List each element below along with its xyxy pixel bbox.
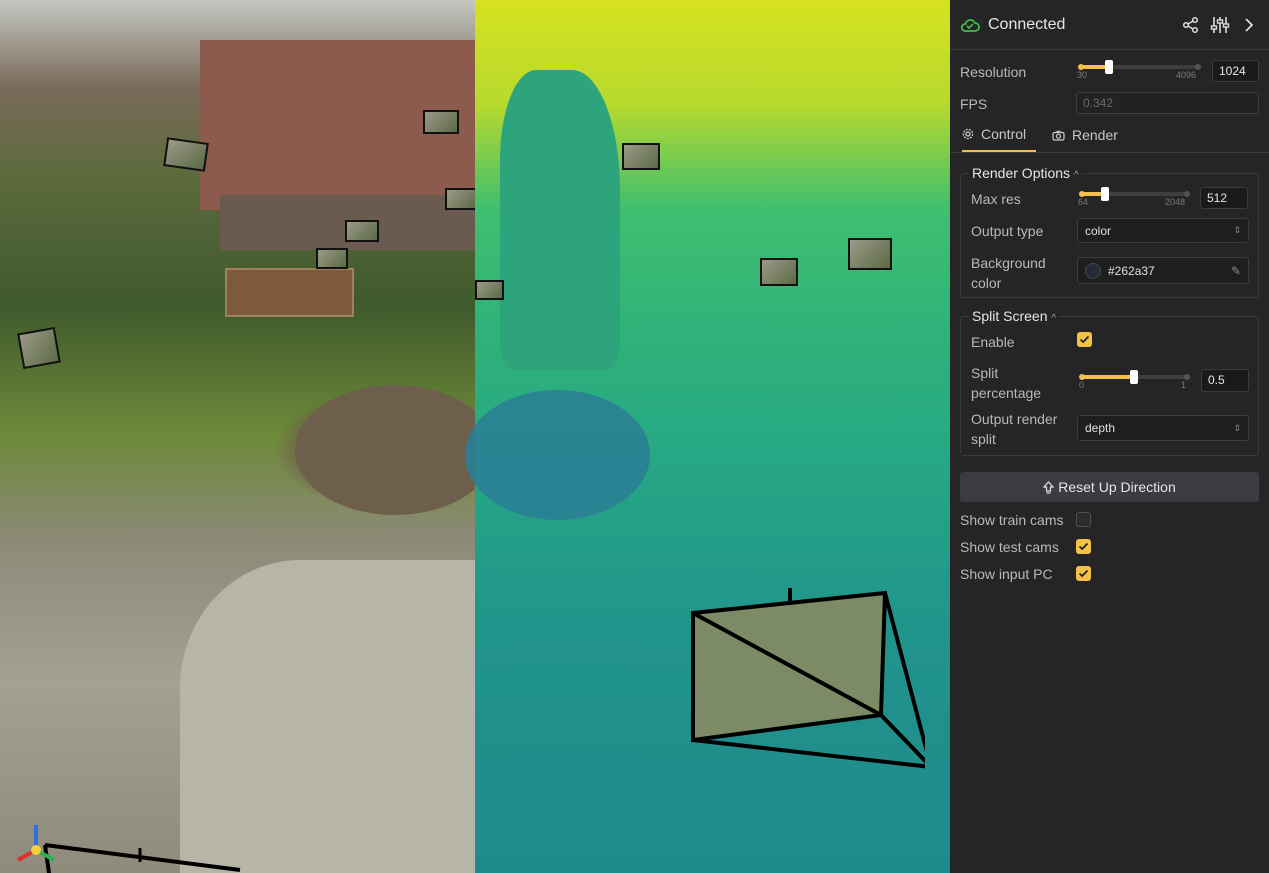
sliders-icon[interactable] xyxy=(1210,15,1230,35)
camera-frustum[interactable] xyxy=(445,188,477,210)
resolution-min: 30 xyxy=(1077,70,1088,80)
color-render-view xyxy=(0,0,495,873)
connection-status: Connected xyxy=(988,15,1066,33)
fps-readout: 0.342 xyxy=(1076,92,1259,114)
resolution-slider[interactable] xyxy=(1078,60,1201,74)
show-test-cams-label: Show test cams xyxy=(960,539,1059,555)
output-type-select[interactable]: color ⇕ xyxy=(1077,218,1249,243)
show-test-cams-checkbox[interactable] xyxy=(1076,539,1091,554)
camera-frustum[interactable] xyxy=(423,110,459,134)
split-percentage-input[interactable]: 0.5 xyxy=(1201,369,1249,392)
scene-stone-path xyxy=(180,560,480,873)
scene-tree-depth xyxy=(500,70,620,370)
render-options-title[interactable]: Render Options ^ xyxy=(969,165,1082,181)
chevron-right-icon[interactable] xyxy=(1239,15,1259,35)
share-icon[interactable] xyxy=(1181,15,1201,35)
max-res-input[interactable]: 512 xyxy=(1200,187,1248,209)
enable-checkbox[interactable] xyxy=(1077,332,1092,347)
camera-frustum[interactable] xyxy=(316,248,348,269)
split-screen-title-text: Split Screen xyxy=(972,308,1048,324)
panel-header: Connected xyxy=(950,0,1269,50)
background-color-picker[interactable]: #262a37 ✎ xyxy=(1077,257,1249,284)
control-panel: Connected Resolution 30 4096 1024 FPS 0.… xyxy=(950,0,1269,873)
render-options-title-text: Render Options xyxy=(972,165,1071,181)
camera-frustum[interactable] xyxy=(163,137,209,172)
max-res-max: 2048 xyxy=(1165,197,1186,207)
tab-control[interactable]: Control xyxy=(962,118,1037,152)
camera-frustum[interactable] xyxy=(475,280,504,300)
eyedropper-icon[interactable]: ✎ xyxy=(1231,264,1241,278)
gear-icon xyxy=(962,128,974,140)
max-res-label: Max res xyxy=(971,191,1021,207)
select-arrows-icon: ⇕ xyxy=(1233,422,1241,433)
output-render-split-label-line2: split xyxy=(971,431,996,447)
output-type-value: color xyxy=(1085,223,1112,238)
enable-label: Enable xyxy=(971,334,1015,350)
check-icon xyxy=(1078,569,1089,578)
split-percentage-slider[interactable] xyxy=(1079,370,1190,384)
background-color-label: Background color xyxy=(971,253,1046,293)
resolution-slider-fill xyxy=(1080,65,1108,69)
output-render-split-value: depth xyxy=(1085,421,1116,435)
background-color-value: #262a37 xyxy=(1108,263,1155,278)
arrow-up-icon xyxy=(1043,480,1055,494)
split-percentage-slider-fill xyxy=(1081,375,1134,379)
scene-table-depth xyxy=(465,390,650,520)
scene-planter-bed xyxy=(225,268,354,317)
select-arrows-icon: ⇕ xyxy=(1233,225,1241,235)
axes-gizmo-icon xyxy=(17,825,55,862)
chevron-up-icon: ^ xyxy=(1073,170,1079,181)
max-res-slider-thumb[interactable] xyxy=(1101,187,1109,201)
output-render-split-select[interactable]: depth ⇕ xyxy=(1077,415,1249,441)
max-res-min: 64 xyxy=(1078,197,1089,207)
output-render-split-label-line1: Output render xyxy=(971,411,1058,427)
resolution-slider-thumb[interactable] xyxy=(1105,60,1113,74)
split-screen-title[interactable]: Split Screen ^ xyxy=(969,308,1060,324)
camera-frustum[interactable] xyxy=(848,238,892,270)
split-percentage-slider-thumb[interactable] xyxy=(1130,370,1138,384)
split-percentage-label: Split percentage xyxy=(971,363,1041,403)
split-percentage-label-line2: percentage xyxy=(971,385,1042,401)
reset-up-direction-label: Reset Up Direction xyxy=(1058,479,1176,495)
show-train-cams-label: Show train cams xyxy=(960,512,1064,528)
depth-render-view xyxy=(465,0,950,873)
panel-tabs: Control Render xyxy=(950,118,1269,153)
fps-label: FPS xyxy=(960,96,988,112)
show-input-pc-checkbox[interactable] xyxy=(1076,566,1091,581)
tab-control-label: Control xyxy=(981,126,1027,142)
tab-render[interactable]: Render xyxy=(1052,118,1118,152)
viewer-canvas[interactable] xyxy=(0,0,950,873)
output-render-split-label: Output render split xyxy=(971,409,1057,449)
check-icon xyxy=(1078,542,1089,551)
check-icon xyxy=(1079,335,1090,344)
resolution-label: Resolution xyxy=(960,64,1027,80)
show-input-pc-label: Show input PC xyxy=(960,566,1053,582)
split-percentage-max: 1 xyxy=(1181,380,1187,390)
output-type-label: Output type xyxy=(971,223,1044,239)
resolution-max: 4096 xyxy=(1176,70,1197,80)
camera-frustum[interactable] xyxy=(40,840,250,873)
camera-icon xyxy=(1052,130,1065,141)
camera-frustum[interactable] xyxy=(665,585,925,775)
background-color-label-line1: Background xyxy=(971,255,1046,271)
max-res-slider[interactable] xyxy=(1079,187,1190,201)
split-percentage-label-line1: Split xyxy=(971,365,999,381)
show-train-cams-checkbox[interactable] xyxy=(1076,512,1091,527)
camera-frustum[interactable] xyxy=(345,220,379,242)
chevron-up-icon: ^ xyxy=(1051,313,1057,324)
resolution-input[interactable]: 1024 xyxy=(1212,60,1259,82)
background-color-label-line2: color xyxy=(971,275,1002,291)
tab-render-label: Render xyxy=(1072,127,1118,143)
split-percentage-min: 0 xyxy=(1079,380,1085,390)
reset-up-direction-button[interactable]: Reset Up Direction xyxy=(960,472,1259,502)
camera-frustum[interactable] xyxy=(622,143,660,170)
color-swatch[interactable] xyxy=(1085,262,1101,279)
camera-frustum[interactable] xyxy=(17,326,61,370)
cloud-icon xyxy=(960,15,980,35)
camera-frustum[interactable] xyxy=(760,258,798,286)
